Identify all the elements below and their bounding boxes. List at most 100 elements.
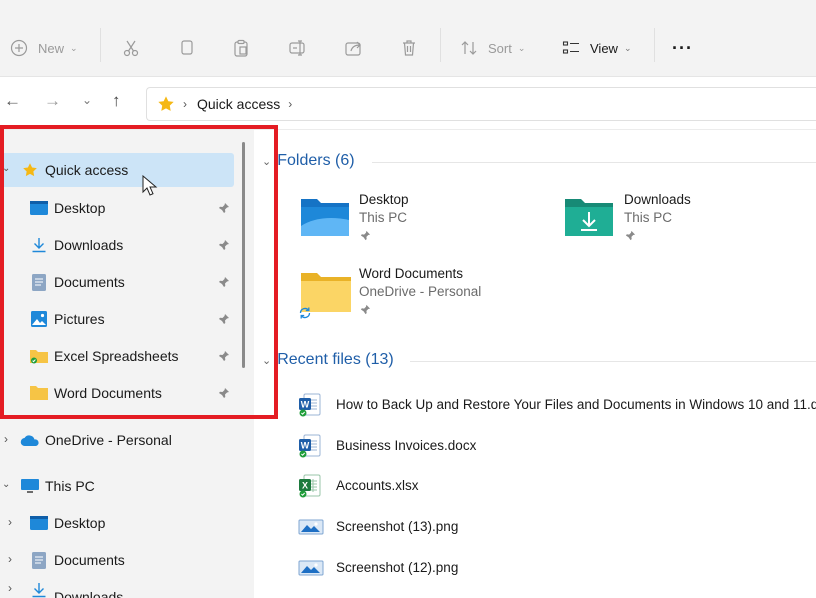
share-icon: [345, 41, 361, 56]
plus-circle-icon: [10, 39, 28, 57]
desktop-icon: [30, 516, 48, 530]
sidebar-item-pc-documents[interactable]: › Documents: [0, 543, 234, 577]
breadcrumb-quick-access[interactable]: Quick access: [197, 96, 280, 112]
word-file-icon: W: [299, 434, 321, 458]
breadcrumb-separator-icon: ›: [288, 97, 293, 111]
new-label: New: [38, 40, 65, 56]
svg-text:X: X: [302, 481, 308, 491]
folders-header-label: Folders (6): [277, 152, 355, 169]
rename-icon: [289, 40, 305, 56]
delete-button[interactable]: [400, 36, 418, 60]
image-file-icon: [298, 519, 324, 535]
address-bar[interactable]: › Quick access ›: [146, 87, 816, 121]
excel-file-icon: X: [299, 474, 321, 498]
file-name: Screenshot (12).png: [336, 560, 459, 575]
sidebar-item-pc-desktop[interactable]: › Desktop: [0, 506, 234, 540]
chevron-down-icon: ⌄: [623, 42, 632, 53]
recent-locations-chevron-icon[interactable]: ⌄: [82, 93, 92, 107]
sidebar-item-pc-downloads[interactable]: › Downloads: [0, 580, 234, 598]
trash-icon: [403, 40, 415, 56]
sort-button[interactable]: Sort ⌄: [460, 36, 525, 60]
clipboard-icon: [234, 39, 248, 57]
copy-button[interactable]: [178, 36, 196, 60]
folder-name: Desktop: [359, 192, 409, 207]
star-icon: [158, 96, 174, 111]
highlight-rectangle: [0, 125, 278, 419]
folder-name: Word Documents: [359, 266, 464, 281]
command-bar: New ⌄ Sort ⌄ View ⌄ ···: [0, 6, 816, 77]
more-options-button[interactable]: ···: [672, 36, 693, 60]
up-arrow-icon[interactable]: ↑: [112, 91, 121, 111]
copy-icon: [181, 40, 193, 55]
document-icon: [32, 552, 46, 569]
sidebar-item-label: Documents: [54, 552, 125, 568]
svg-text:W: W: [301, 400, 310, 410]
folder-tile-word-documents[interactable]: Word Documents OneDrive - Personal: [298, 262, 558, 324]
folder-tile-downloads[interactable]: Downloads This PC: [562, 188, 802, 248]
file-name: How to Back Up and Restore Your Files an…: [336, 397, 816, 412]
computer-icon: [21, 479, 39, 493]
folder-tile-desktop[interactable]: Desktop This PC: [298, 188, 528, 248]
section-divider: [372, 162, 816, 163]
toolbar-divider: [440, 28, 441, 62]
toolbar-divider: [654, 28, 655, 62]
recent-files-section-header[interactable]: ⌄ Recent files (13): [262, 351, 394, 369]
pin-icon: [360, 304, 371, 315]
folders-section-header[interactable]: ⌄ Folders (6): [262, 152, 355, 170]
list-item[interactable]: Screenshot (12).png: [290, 555, 816, 583]
folder-location: OneDrive - Personal: [359, 284, 482, 299]
chevron-right-icon[interactable]: ›: [8, 552, 12, 566]
chevron-down-icon: ⌄: [262, 354, 272, 367]
desktop-folder-icon: [301, 199, 349, 236]
chevron-right-icon[interactable]: ›: [4, 432, 8, 446]
sidebar-item-label: Desktop: [54, 515, 106, 531]
view-label: View: [590, 40, 618, 56]
file-name: Business Invoices.docx: [336, 438, 477, 453]
sidebar-item-onedrive[interactable]: › OneDrive - Personal: [0, 423, 234, 457]
section-divider: [410, 361, 816, 362]
download-icon: [32, 583, 46, 598]
pin-icon: [360, 230, 371, 241]
list-item[interactable]: W How to Back Up and Restore Your Files …: [290, 392, 816, 420]
view-list-icon: [562, 41, 579, 54]
folder-location: This PC: [624, 210, 673, 225]
back-arrow-icon[interactable]: ←: [4, 91, 21, 111]
chevron-down-icon: ⌄: [70, 42, 78, 53]
chevron-down-icon[interactable]: ⌄: [2, 479, 10, 490]
downloads-folder-icon: [565, 199, 613, 236]
toolbar-divider: [100, 28, 101, 62]
sidebar-item-label: OneDrive - Personal: [45, 432, 172, 448]
breadcrumb-separator-icon: ›: [183, 97, 187, 111]
rename-button[interactable]: [288, 36, 308, 60]
cut-button[interactable]: [122, 36, 140, 60]
sidebar-item-label: This PC: [45, 478, 95, 494]
list-item[interactable]: X Accounts.xlsx: [290, 473, 816, 501]
chevron-right-icon[interactable]: ›: [8, 515, 12, 529]
paste-button[interactable]: [232, 36, 250, 60]
file-name: Accounts.xlsx: [336, 478, 419, 493]
sidebar-item-this-pc[interactable]: ⌄ This PC: [0, 469, 234, 503]
chevron-right-icon[interactable]: ›: [8, 581, 12, 595]
svg-text:W: W: [301, 441, 310, 451]
view-button[interactable]: View ⌄: [562, 36, 632, 60]
chevron-down-icon: ⌄: [262, 155, 272, 168]
pin-icon: [625, 230, 636, 241]
list-item[interactable]: W Business Invoices.docx: [290, 433, 816, 461]
recent-header-label: Recent files (13): [277, 351, 394, 368]
forward-arrow-icon[interactable]: →: [44, 91, 61, 111]
cloud-icon: [20, 435, 39, 447]
word-file-icon: W: [299, 393, 321, 417]
folder-name: Downloads: [624, 192, 691, 207]
list-item[interactable]: Screenshot (13).png: [290, 514, 816, 542]
share-button[interactable]: [344, 36, 364, 60]
navigation-bar: ← → ⌄ ↑ › Quick access ›: [0, 77, 816, 130]
chevron-down-icon: ⌄: [517, 42, 526, 53]
sort-label: Sort: [488, 40, 512, 56]
scissors-icon: [123, 40, 139, 57]
folder-location: This PC: [359, 210, 408, 225]
new-button[interactable]: New ⌄: [10, 36, 78, 60]
file-name: Screenshot (13).png: [336, 519, 459, 534]
sidebar-item-label: Downloads: [54, 589, 124, 598]
sort-icon: [461, 41, 477, 55]
sync-icon: [299, 307, 311, 319]
